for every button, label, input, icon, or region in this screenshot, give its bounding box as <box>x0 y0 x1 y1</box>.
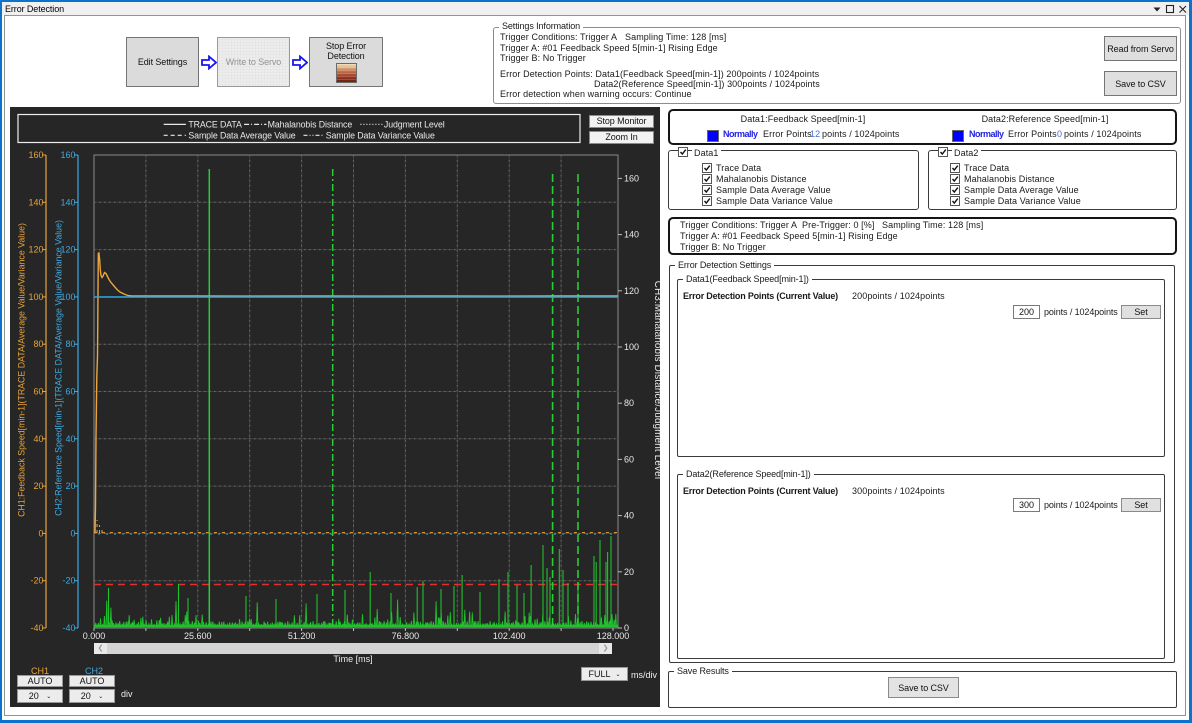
svg-text:80: 80 <box>624 398 634 408</box>
svg-text:0: 0 <box>70 528 75 538</box>
svg-text:100: 100 <box>28 292 43 302</box>
svg-text:-20: -20 <box>62 576 75 586</box>
svg-text:CH2:Reference Speed[min-1](TRA: CH2:Reference Speed[min-1](TRACE DATA/Av… <box>54 220 64 516</box>
svg-text:160: 160 <box>60 150 75 160</box>
svg-text:60: 60 <box>624 454 634 464</box>
svg-text:102.400: 102.400 <box>493 631 526 641</box>
svg-text:140: 140 <box>28 197 43 207</box>
svg-text:0: 0 <box>38 528 43 538</box>
svg-text:40: 40 <box>65 434 75 444</box>
svg-text:CH3:Mahalanobis Distance/Judgm: CH3:Mahalanobis Distance/Judgment Level <box>652 281 660 479</box>
svg-text:60: 60 <box>33 387 43 397</box>
svg-text:25.600: 25.600 <box>184 631 212 641</box>
svg-text:-40: -40 <box>30 623 43 633</box>
svg-text:20: 20 <box>624 567 634 577</box>
svg-text:60: 60 <box>65 387 75 397</box>
svg-text:0.000: 0.000 <box>83 631 106 641</box>
svg-text:120: 120 <box>624 286 639 296</box>
svg-text:TRACE DATA: TRACE DATA <box>188 120 242 130</box>
svg-text:160: 160 <box>28 150 43 160</box>
svg-text:-20: -20 <box>30 576 43 586</box>
svg-text:140: 140 <box>624 230 639 240</box>
svg-text:-40: -40 <box>62 623 75 633</box>
svg-text:100: 100 <box>624 342 639 352</box>
svg-text:120: 120 <box>28 245 43 255</box>
svg-text:76.800: 76.800 <box>392 631 420 641</box>
svg-text:128.000: 128.000 <box>597 631 630 641</box>
svg-text:CH1:Feedback Speed[min-1](TRAC: CH1:Feedback Speed[min-1](TRACE DATA/Ave… <box>17 223 27 517</box>
svg-text:20: 20 <box>33 481 43 491</box>
svg-text:Sample Data Average Value: Sample Data Average Value <box>188 131 295 141</box>
svg-text:140: 140 <box>60 197 75 207</box>
svg-text:Sample Data Variance Value: Sample Data Variance Value <box>326 131 435 141</box>
svg-text:40: 40 <box>624 511 634 521</box>
svg-text:Mahalanobis Distance: Mahalanobis Distance <box>268 120 353 130</box>
svg-text:160: 160 <box>624 173 639 183</box>
svg-text:20: 20 <box>65 481 75 491</box>
svg-text:Judgment Level: Judgment Level <box>384 120 445 130</box>
svg-text:80: 80 <box>33 339 43 349</box>
svg-text:40: 40 <box>33 434 43 444</box>
svg-text:51.200: 51.200 <box>288 631 316 641</box>
svg-text:80: 80 <box>65 339 75 349</box>
